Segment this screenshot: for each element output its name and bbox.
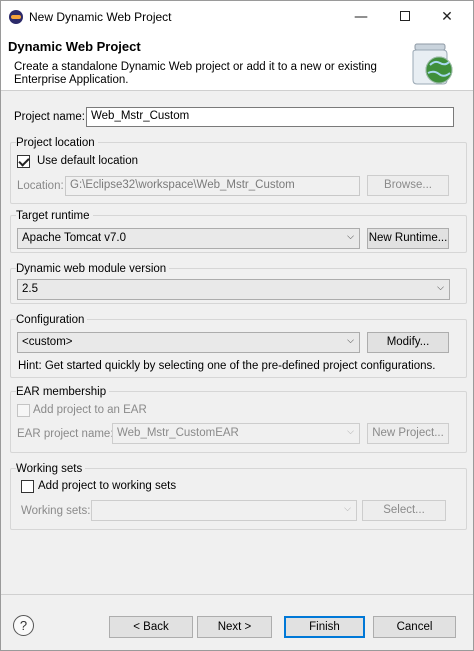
- dialog-window: New Dynamic Web Project — ✕ Dynamic Web …: [0, 0, 474, 651]
- ear-membership-title: EAR membership: [16, 386, 110, 398]
- add-to-ear-label: Add project to an EAR: [33, 404, 147, 416]
- project-name-label: Project name:: [14, 111, 85, 123]
- ear-project-name-select[interactable]: Web_Mstr_CustomEAR ⌵: [112, 423, 360, 444]
- ear-project-name-value: Web_Mstr_CustomEAR: [117, 427, 239, 439]
- finish-button[interactable]: Finish: [284, 616, 365, 638]
- module-version-value: 2.5: [22, 283, 38, 295]
- banner-title: Dynamic Web Project: [8, 39, 141, 54]
- back-button[interactable]: < Back: [109, 616, 193, 638]
- help-icon[interactable]: ?: [13, 615, 34, 636]
- project-name-input[interactable]: Web_Mstr_Custom: [86, 107, 454, 127]
- working-sets-select[interactable]: ⌵: [91, 500, 357, 521]
- working-sets-label: Working sets:: [21, 505, 91, 517]
- title-bar: New Dynamic Web Project — ✕: [1, 1, 473, 33]
- target-runtime-select[interactable]: Apache Tomcat v7.0 ⌵: [17, 228, 360, 249]
- eclipse-icon: [9, 10, 23, 24]
- add-to-working-sets-checkbox[interactable]: [21, 480, 34, 493]
- close-button[interactable]: ✕: [429, 5, 465, 29]
- configuration-value: <custom>: [22, 336, 73, 348]
- target-runtime-title: Target runtime: [16, 210, 93, 222]
- browse-button[interactable]: Browse...: [367, 175, 449, 196]
- window-title: New Dynamic Web Project: [29, 10, 172, 24]
- select-working-sets-button[interactable]: Select...: [362, 500, 446, 521]
- wizard-banner: Dynamic Web Project Create a standalone …: [1, 33, 473, 91]
- project-location-title: Project location: [16, 137, 98, 149]
- wizard-content: Project name: Web_Mstr_Custom Project lo…: [1, 92, 473, 594]
- location-input[interactable]: G:\Eclipse32\workspace\Web_Mstr_Custom: [65, 176, 360, 196]
- chevron-down-icon: ⌵: [344, 504, 351, 514]
- minimize-button[interactable]: —: [343, 5, 379, 29]
- use-default-location-label: Use default location: [37, 155, 139, 167]
- working-sets-title: Working sets: [16, 463, 86, 475]
- web-project-jar-icon: [412, 43, 453, 85]
- target-runtime-value: Apache Tomcat v7.0: [22, 232, 126, 244]
- maximize-button[interactable]: [387, 5, 423, 29]
- configuration-hint: Hint: Get started quickly by selecting o…: [18, 360, 436, 372]
- configuration-select[interactable]: <custom> ⌵: [17, 332, 360, 353]
- modify-button[interactable]: Modify...: [367, 332, 449, 353]
- new-runtime-button[interactable]: New Runtime...: [367, 228, 449, 249]
- next-button[interactable]: Next >: [197, 616, 272, 638]
- chevron-down-icon: ⌵: [347, 427, 354, 437]
- add-to-ear-checkbox[interactable]: [17, 404, 30, 417]
- configuration-title: Configuration: [16, 314, 88, 326]
- cancel-button[interactable]: Cancel: [373, 616, 456, 638]
- banner-description: Create a standalone Dynamic Web project …: [14, 61, 377, 86]
- module-version-select[interactable]: 2.5 ⌵: [17, 279, 450, 300]
- module-version-title: Dynamic web module version: [16, 263, 170, 275]
- ear-project-name-label: EAR project name:: [17, 428, 114, 440]
- chevron-down-icon: ⌵: [347, 232, 354, 242]
- new-project-button[interactable]: New Project...: [367, 423, 449, 444]
- use-default-location-checkbox[interactable]: [17, 155, 30, 168]
- wizard-footer: ? < Back Next > Finish Cancel: [1, 594, 473, 650]
- maximize-icon: [400, 11, 410, 21]
- chevron-down-icon: ⌵: [437, 283, 444, 293]
- chevron-down-icon: ⌵: [347, 336, 354, 346]
- add-to-working-sets-label: Add project to working sets: [38, 480, 177, 492]
- location-label: Location:: [17, 180, 64, 192]
